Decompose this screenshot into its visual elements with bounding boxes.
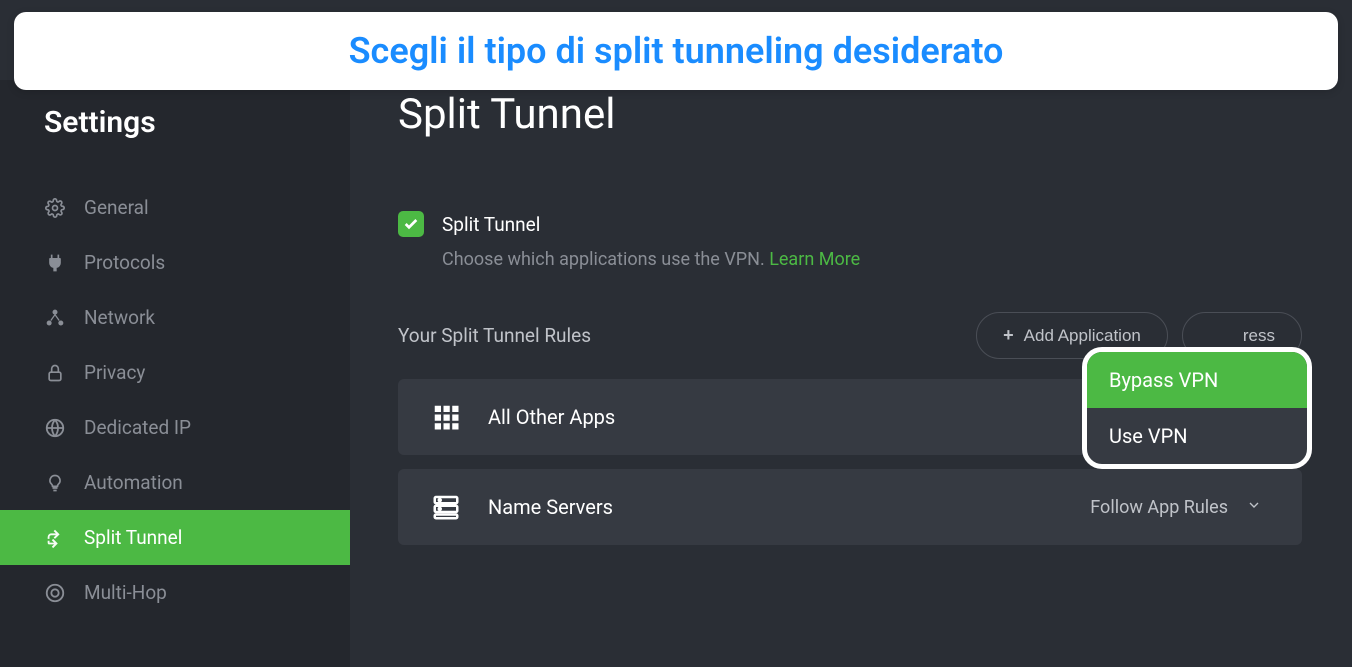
rule-row-all-other-apps: All Other Apps Bypass VPN Use VPN: [398, 379, 1302, 455]
multihop-icon: [44, 582, 66, 604]
dropdown-item-use-vpn[interactable]: Use VPN: [1087, 408, 1307, 464]
rule-row-name-servers: Name Servers Follow App Rules: [398, 469, 1302, 545]
chevron-down-icon: [1246, 497, 1262, 518]
gear-icon: [44, 197, 66, 219]
bulb-icon: [44, 472, 66, 494]
sidebar-item-split-tunnel[interactable]: Split Tunnel: [0, 510, 350, 565]
sidebar-item-label: Automation: [84, 471, 183, 494]
sidebar-item-protocols[interactable]: Protocols: [0, 235, 350, 290]
name-servers-selector[interactable]: Follow App Rules: [1090, 497, 1272, 518]
sidebar-title: Settings: [0, 105, 350, 180]
rules-title: Your Split Tunnel Rules: [398, 324, 591, 347]
sidebar-item-label: General: [84, 196, 149, 219]
sidebar-item-network[interactable]: Network: [0, 290, 350, 345]
selector-value: Follow App Rules: [1090, 497, 1228, 518]
dropdown-item-bypass-vpn[interactable]: Bypass VPN: [1087, 352, 1307, 408]
plug-icon: [44, 252, 66, 274]
network-icon: [44, 307, 66, 329]
sidebar-item-label: Privacy: [84, 361, 145, 384]
app-window: Settings General Protocols Network Priva…: [0, 0, 1352, 667]
sidebar-item-privacy[interactable]: Privacy: [0, 345, 350, 400]
lock-icon: [44, 362, 66, 384]
description-text: Choose which applications use the VPN.: [442, 249, 765, 270]
split-tunnel-description: Choose which applications use the VPN. L…: [442, 249, 1302, 270]
vpn-mode-dropdown: Bypass VPN Use VPN: [1082, 347, 1312, 469]
sidebar: Settings General Protocols Network Priva…: [0, 80, 350, 667]
learn-more-link[interactable]: Learn More: [769, 249, 860, 270]
main-content: Split Tunnel Split Tunnel Choose which a…: [350, 80, 1352, 667]
plus-icon: +: [1003, 325, 1014, 346]
sidebar-item-general[interactable]: General: [0, 180, 350, 235]
split-icon: [44, 527, 66, 549]
globe-ip-icon: [44, 417, 66, 439]
servers-icon: [428, 489, 464, 525]
grid-icon: [428, 399, 464, 435]
sidebar-item-label: Protocols: [84, 251, 165, 274]
sidebar-item-label: Network: [84, 306, 155, 329]
rule-label: Name Servers: [488, 495, 1066, 519]
add-ip-label-suffix: ress: [1243, 326, 1275, 346]
split-tunnel-toggle-label: Split Tunnel: [442, 213, 540, 236]
split-tunnel-toggle-row: Split Tunnel: [398, 211, 1302, 237]
annotation-banner: Scegli il tipo di split tunneling deside…: [14, 12, 1338, 90]
sidebar-item-label: Split Tunnel: [84, 526, 182, 549]
sidebar-item-dedicated-ip[interactable]: Dedicated IP: [0, 400, 350, 455]
annotation-text: Scegli il tipo di split tunneling deside…: [349, 30, 1004, 72]
sidebar-item-multihop[interactable]: Multi-Hop: [0, 565, 350, 620]
sidebar-item-label: Dedicated IP: [84, 416, 191, 439]
sidebar-item-label: Multi-Hop: [84, 581, 167, 604]
sidebar-item-automation[interactable]: Automation: [0, 455, 350, 510]
page-title: Split Tunnel: [398, 90, 1302, 139]
split-tunnel-checkbox[interactable]: [398, 211, 424, 237]
add-app-label: Add Application: [1024, 326, 1141, 346]
